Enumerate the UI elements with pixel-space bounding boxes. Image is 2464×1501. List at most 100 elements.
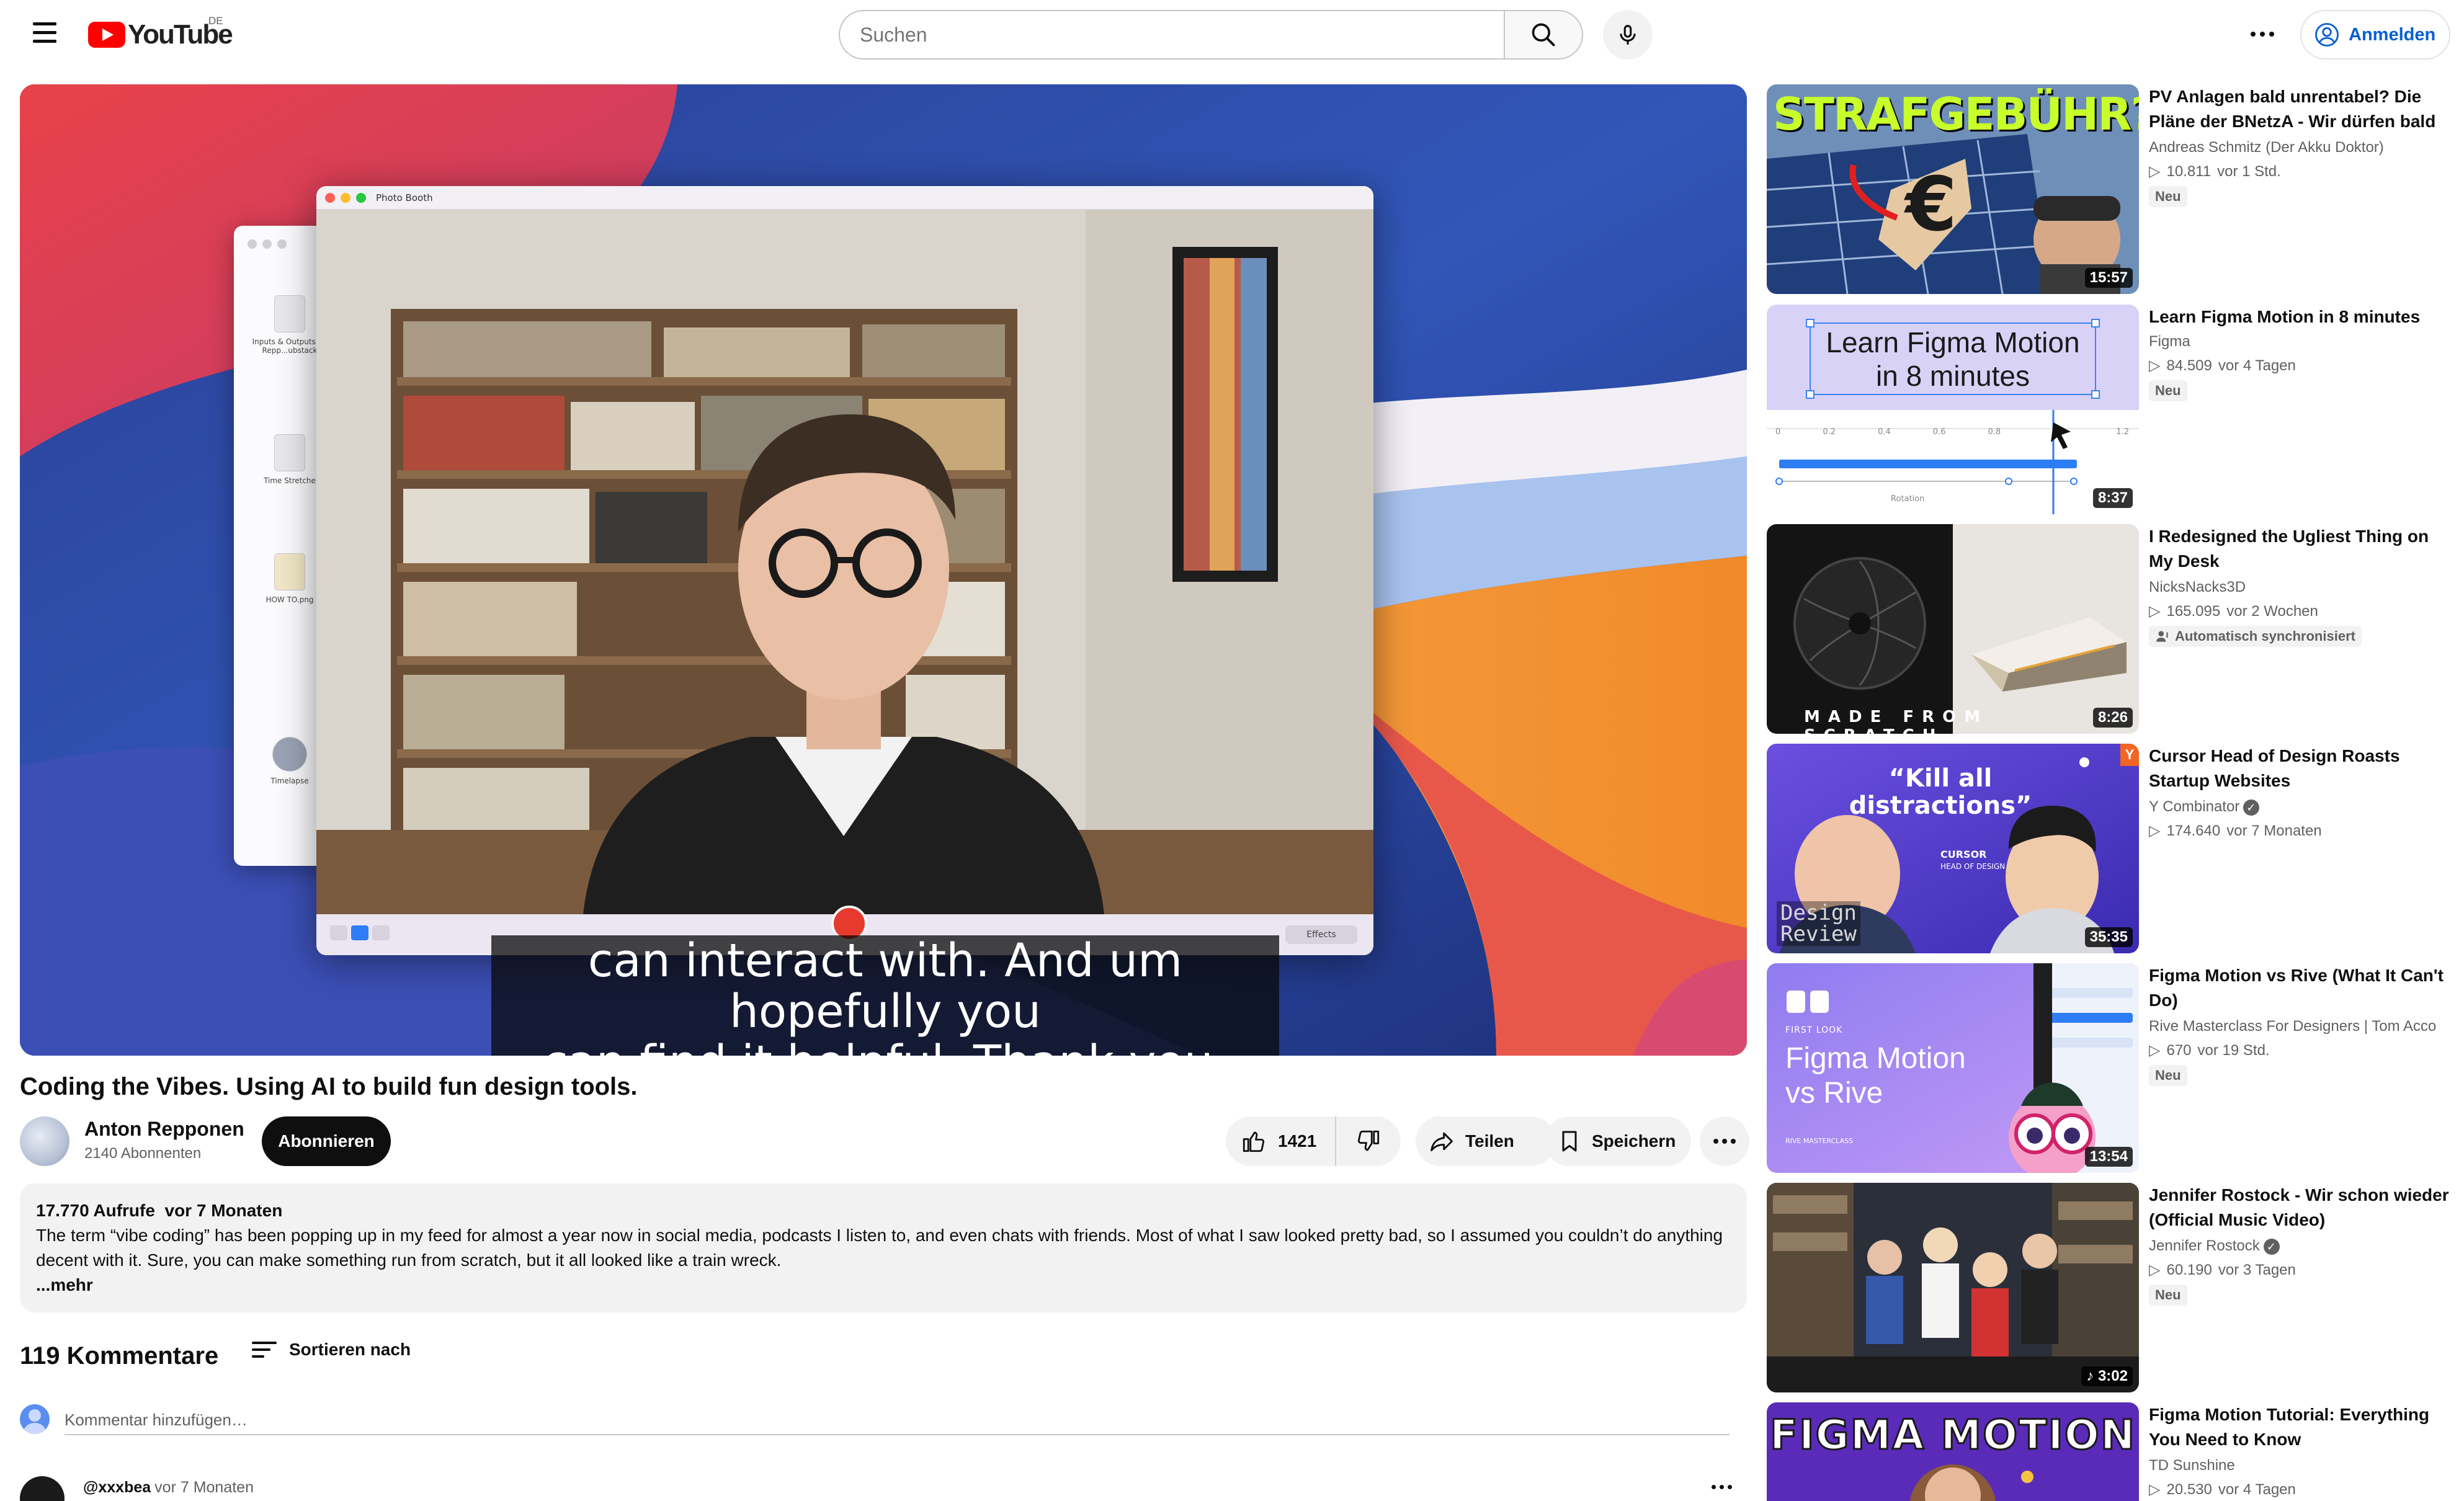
dislike-button[interactable] [1336, 1116, 1401, 1166]
recommendation-item[interactable]: MADE FROM SCRATCH 8:26 I Redesigned the … [1767, 524, 2455, 735]
design-review-label: Design Review [1777, 901, 1860, 946]
subscribe-button[interactable]: Abonnieren [262, 1116, 391, 1166]
new-badge: Neu [2149, 1065, 2187, 1086]
show-more-link[interactable]: ...mehr [36, 1273, 1731, 1298]
menu-icon[interactable] [25, 12, 65, 52]
description-meta: 17.770 Aufrufe vor 7 Monaten [36, 1198, 1731, 1223]
view-count: 174.640 [2166, 822, 2221, 839]
recommendation-channel[interactable]: Y Combinator [2149, 798, 2260, 816]
y-combinator-corner-logo: Y [2120, 744, 2139, 766]
recommendation-item[interactable]: Learn Figma Motion in 8 minutes 0 0.2 0.4 0.… [1767, 305, 2455, 515]
share-label: Teilen [1465, 1131, 1514, 1151]
view-count: 165.095 [2166, 602, 2221, 620]
upload-age: vor 4 Tagen [2218, 1481, 2296, 1498]
comment-header: @xxxbea vor 7 Monaten [83, 1479, 254, 1497]
minimize-dot-icon[interactable] [341, 193, 350, 203]
share-button[interactable]: Teilen [1416, 1116, 1556, 1166]
description-box[interactable]: 17.770 Aufrufe vor 7 Monaten The term “v… [20, 1183, 1747, 1312]
comment-author[interactable]: @xxxbea [83, 1479, 151, 1496]
like-count: 1421 [1278, 1131, 1317, 1151]
single-photo-icon[interactable] [351, 925, 368, 940]
sign-in-label: Anmelden [2349, 24, 2436, 45]
video-duration: ♪ 3:02 [2081, 1366, 2133, 1386]
recommendation-channel[interactable]: Rive Masterclass For Designers | Tom Acc… [2149, 1018, 2436, 1035]
recommendation-title[interactable]: Figma Motion vs Rive (What It Can't Do) [2149, 963, 2453, 1013]
recommendation-item[interactable]: FIRST LOOK Figma Motion vs Rive RIVE MAST… [1767, 963, 2455, 1174]
thumbnail-text: FIGMA MOTION [1769, 1410, 2136, 1460]
recommendation-channel[interactable]: Jennifer Rostock [2149, 1237, 2280, 1255]
comment-time[interactable]: vor 7 Monaten [154, 1479, 254, 1496]
video-duration: 8:37 [2092, 488, 2133, 508]
channel-avatar[interactable] [20, 1116, 69, 1166]
recommendation-stats: ▷ 174.640 vor 7 Monaten [2149, 822, 2322, 840]
recommendation-item[interactable]: FIGMA MOTION Figma Motion Tutorial: Ever… [1767, 1402, 2455, 1501]
recommendation-channel[interactable]: Figma [2149, 333, 2190, 350]
settings-more-icon[interactable] [2241, 12, 2284, 56]
video-thumbnail[interactable]: € STRAFGEBÜHR? 15:57 [1767, 84, 2139, 294]
channel-name[interactable]: Anton Repponen [84, 1118, 244, 1141]
thumbs-down-icon [1357, 1130, 1380, 1151]
search-box[interactable] [839, 10, 1504, 60]
more-actions-icon[interactable] [1700, 1116, 1749, 1166]
video-thumbnail[interactable]: ♪ 3:02 [1767, 1183, 2139, 1392]
voice-search-button[interactable] [1603, 10, 1653, 60]
recommendation-channel[interactable]: Andreas Schmitz (Der Akku Doktor) [2149, 139, 2384, 156]
new-badge: Neu [2149, 186, 2187, 207]
recommendation-channel[interactable]: NicksNacks3D [2149, 579, 2246, 596]
recommendation-title[interactable]: PV Anlagen bald unrentabel? Die Pläne de… [2149, 84, 2453, 134]
recommendation-title[interactable]: Learn Figma Motion in 8 minutes [2149, 305, 2453, 329]
recommendation-item[interactable]: ♪ 3:02 Jennifer Rostock - Wir schon wied… [1767, 1183, 2455, 1394]
recommendation-item[interactable]: € STRAFGEBÜHR? 15:57 PV Anlagen bald unr… [1767, 84, 2455, 295]
upload-age: vor 4 Tagen [2218, 357, 2296, 374]
svg-text:€: € [1903, 162, 1957, 248]
video-thumbnail[interactable]: FIRST LOOK Figma Motion vs Rive RIVE MAST… [1767, 963, 2139, 1173]
play-icon: ▷ [2149, 357, 2161, 374]
video-thumbnail[interactable]: MADE FROM SCRATCH 8:26 [1767, 524, 2139, 734]
microphone-icon [1620, 25, 1636, 45]
recommendation-item[interactable]: Y “Kill all distractions” CURSOR HEAD OF D… [1767, 744, 2455, 955]
new-badge: Neu [2149, 380, 2187, 401]
recommendation-title[interactable]: Figma Motion Tutorial: Everything You Ne… [2149, 1402, 2453, 1452]
recommendation-title[interactable]: I Redesigned the Ugliest Thing on My Des… [2149, 524, 2453, 574]
search-input[interactable] [860, 23, 1504, 47]
like-button[interactable]: 1421 [1226, 1116, 1336, 1166]
view-count: 670 [2166, 1041, 2192, 1059]
like-dislike-group: 1421 [1226, 1116, 1401, 1166]
save-button[interactable]: Speichern [1545, 1116, 1691, 1166]
upload-age: vor 7 Monaten [164, 1201, 283, 1220]
account-icon [2315, 23, 2339, 47]
subscriber-count: 2140 Abonnenten [84, 1145, 202, 1162]
play-icon: ▷ [2149, 1262, 2161, 1278]
thumbnail-brand: RIVE MASTERCLASS [1785, 1137, 1854, 1145]
view-count: 84.509 [2166, 357, 2212, 374]
grid-view-icon[interactable] [330, 925, 347, 940]
play-icon: ▷ [2149, 1481, 2161, 1498]
search-button[interactable] [1504, 10, 1583, 60]
recommendation-title[interactable]: Jennifer Rostock - Wir schon wieder (Off… [2149, 1183, 2453, 1232]
comment-more-icon[interactable] [1700, 1471, 1743, 1501]
sign-in-button[interactable]: Anmelden [2300, 10, 2450, 60]
sort-button[interactable]: Sortieren nach [252, 1340, 411, 1360]
recommendation-title[interactable]: Cursor Head of Design Roasts Startup Web… [2149, 744, 2453, 793]
video-player[interactable]: Inputs & Outputs by Repp...ubstack Time … [20, 84, 1747, 1056]
thumbnail-text: MADE FROM SCRATCH [1804, 708, 1989, 734]
thumbnail-text: STRAFGEBÜHR? [1773, 88, 2139, 140]
video-thumbnail[interactable]: Learn Figma Motion in 8 minutes 0 0.2 0.4 0.… [1767, 305, 2139, 514]
top-bar: YouTube DE Anmelden [0, 0, 2464, 69]
close-dot-icon[interactable] [325, 193, 335, 203]
video-thumbnail[interactable]: FIGMA MOTION [1767, 1402, 2139, 1501]
video-mode-icon[interactable] [372, 925, 390, 940]
view-count: 60.190 [2166, 1261, 2212, 1278]
zoom-dot-icon[interactable] [356, 193, 366, 203]
recommendation-channel[interactable]: TD Sunshine [2149, 1457, 2235, 1474]
effects-button[interactable]: Effects [1285, 925, 1357, 944]
comment-input[interactable] [65, 1405, 1730, 1435]
thumbnail-track-label: Rotation [1891, 494, 1925, 504]
recommendation-stats: ▷ 670 vor 19 Std. [2149, 1041, 2270, 1059]
save-label: Speichern [1592, 1131, 1676, 1151]
webcam-scene [316, 210, 1373, 914]
upload-age: vor 7 Monaten [2226, 822, 2322, 839]
video-thumbnail[interactable]: Y “Kill all distractions” CURSOR HEAD OF D… [1767, 744, 2139, 953]
share-icon [1431, 1132, 1453, 1152]
commenter-avatar[interactable] [20, 1476, 65, 1501]
